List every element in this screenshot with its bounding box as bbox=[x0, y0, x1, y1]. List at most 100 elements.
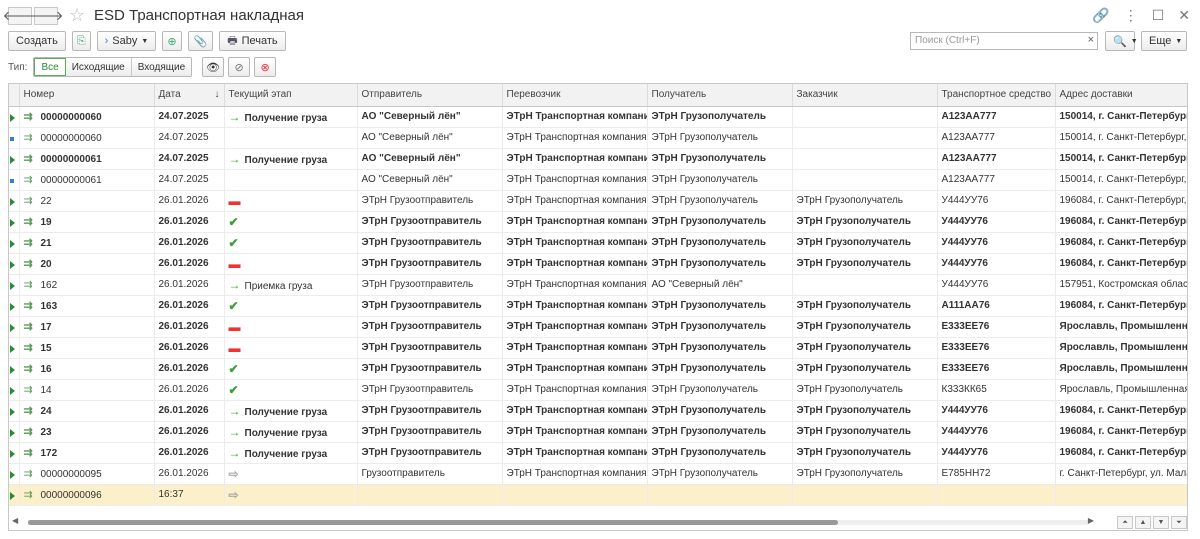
table-row[interactable]: ⇉ 19 26.01.2026 ✔ ЭТрН Грузоотправитель ЭТрН … bbox=[9, 211, 1187, 233]
col-date[interactable]: Дата ↓ bbox=[154, 84, 225, 107]
cell-stage-text: Приемка груза bbox=[244, 280, 313, 292]
cell-stage-text: Получение груза bbox=[244, 112, 328, 124]
search-input[interactable]: Поиск (Ctrl+F) × bbox=[910, 32, 1098, 50]
page-title: ESD Транспортная накладная bbox=[94, 7, 305, 24]
cell-number: ⇉ 23 bbox=[19, 421, 155, 443]
favorite-star-icon[interactable]: ☆ bbox=[69, 5, 85, 26]
horizontal-scrollbar[interactable]: ◀ ▶ bbox=[8, 516, 1108, 528]
document-icon: ⇉ bbox=[23, 384, 33, 396]
cell-sender: ЭТрН Грузоотправитель bbox=[357, 400, 503, 422]
document-icon: ⇉ bbox=[23, 300, 33, 312]
table-row[interactable]: ⇉ 00000000061 24.07.2025 АО "Северный лён" Э… bbox=[9, 169, 1187, 191]
filter-all[interactable]: Все bbox=[34, 58, 66, 76]
row-marker bbox=[9, 253, 20, 275]
go-last-icon[interactable]: ⏷ bbox=[1171, 516, 1187, 529]
cell-date: 26.01.2026 bbox=[154, 232, 225, 254]
cell-address: Ярославль, Промышленная, 8 bbox=[1055, 316, 1187, 338]
square-marker-icon bbox=[10, 136, 14, 141]
search-button[interactable]: 🔍 ▼ bbox=[1105, 31, 1138, 51]
table-row[interactable]: ⇉ 162 26.01.2026 → Приемка груза ЭТрН Грузоот… bbox=[9, 274, 1187, 296]
table-row[interactable]: ⇉ 20 26.01.2026 ▬ ЭТрН Грузоотправитель ЭТрН … bbox=[9, 253, 1187, 275]
saby-menu-button[interactable]: › Saby ▼ bbox=[96, 31, 157, 51]
table-row[interactable]: ⇉ 00000000096 16:37 ⇨ bbox=[9, 484, 1187, 506]
filter-outgoing[interactable]: Исходящие bbox=[65, 58, 132, 76]
cell-stage: ✔ bbox=[224, 232, 358, 254]
table-row[interactable]: ⇉ 24 26.01.2026 → Получение груза ЭТрН Грузоо… bbox=[9, 400, 1187, 422]
col-carrier[interactable]: Перевозчик bbox=[502, 84, 648, 107]
col-receiver[interactable]: Получатель bbox=[647, 84, 793, 107]
cell-stage: → Получение груза bbox=[224, 421, 358, 443]
cell-number-text: 20 bbox=[40, 259, 52, 270]
go-up-icon[interactable]: ▲ bbox=[1135, 516, 1151, 529]
cell-customer: ЭТрН Грузополучатель bbox=[792, 463, 938, 485]
cell-address bbox=[1055, 484, 1187, 506]
col-customer[interactable]: Заказчик bbox=[792, 84, 938, 107]
scroll-thumb[interactable] bbox=[28, 520, 838, 525]
cell-customer: ЭТрН Грузополучатель bbox=[792, 232, 938, 254]
row-marker bbox=[9, 463, 20, 485]
table-row[interactable]: ⇉ 15 26.01.2026 ▬ ЭТрН Грузоотправитель ЭТрН … bbox=[9, 337, 1187, 359]
table-row[interactable]: ⇉ 16 26.01.2026 ✔ ЭТрН Грузоотправитель ЭТрН … bbox=[9, 358, 1187, 380]
attach-button[interactable]: 📎 bbox=[187, 31, 214, 51]
table-row[interactable]: ⇉ 00000000095 26.01.2026 ⇨ Грузоотправитель Э… bbox=[9, 463, 1187, 485]
add-row-button[interactable]: ⊕ bbox=[162, 31, 182, 51]
table-row[interactable]: ⇉ 23 26.01.2026 → Получение груза ЭТрН Грузоо… bbox=[9, 421, 1187, 443]
cell-number-text: 00000000095 bbox=[40, 469, 102, 480]
cell-number: ⇉ 00000000060 bbox=[19, 127, 155, 149]
maximize-icon[interactable]: ☐ bbox=[1152, 7, 1165, 24]
table-row[interactable]: ⇉ 17 26.01.2026 ▬ ЭТрН Грузоотправитель ЭТрН … bbox=[9, 316, 1187, 338]
close-icon[interactable]: ✕ bbox=[1178, 7, 1190, 24]
table-row[interactable]: ⇉ 00000000061 24.07.2025 → Получение груза АО… bbox=[9, 148, 1187, 170]
table-row[interactable]: ⇉ 22 26.01.2026 ▬ ЭТрН Грузоотправитель ЭТрН … bbox=[9, 190, 1187, 212]
table-row[interactable]: ⇉ 21 26.01.2026 ✔ ЭТрН Грузоотправитель ЭТрН … bbox=[9, 232, 1187, 254]
cell-vehicle: А123АА777 bbox=[937, 106, 1056, 128]
cell-vehicle: Е333ЕЕ76 bbox=[937, 337, 1056, 359]
scroll-right-icon[interactable]: ▶ bbox=[1088, 516, 1094, 525]
cell-sender: АО "Северный лён" bbox=[357, 169, 503, 191]
col-vehicle[interactable]: Транспортное средство bbox=[937, 84, 1056, 107]
cell-carrier: ЭТрН Транспортная компания bbox=[502, 379, 648, 401]
go-first-icon[interactable]: ⏶ bbox=[1117, 516, 1133, 529]
cell-vehicle: У444УУ76 bbox=[937, 190, 1056, 212]
table-row[interactable]: ⇉ 00000000060 24.07.2025 АО "Северный лён" Э… bbox=[9, 127, 1187, 149]
col-stage[interactable]: Текущий этап bbox=[224, 84, 358, 107]
cell-number-text: 00000000060 bbox=[40, 133, 102, 144]
cell-number-text: 21 bbox=[40, 238, 52, 249]
check-icon: ✔ bbox=[228, 298, 239, 313]
row-marker bbox=[9, 295, 20, 317]
table-row[interactable]: ⇉ 00000000060 24.07.2025 → Получение груза АО… bbox=[9, 106, 1187, 128]
table-row[interactable]: ⇉ 14 26.01.2026 ✔ ЭТрН Грузоотправитель ЭТрН … bbox=[9, 379, 1187, 401]
row-marker bbox=[9, 169, 20, 191]
forward-button[interactable]: 🡒 bbox=[29, 7, 63, 25]
show-button[interactable]: 👁 bbox=[202, 57, 225, 77]
print-button[interactable]: 🖶 Печать bbox=[219, 31, 286, 51]
copy-button[interactable]: ⎘ bbox=[71, 31, 91, 51]
clear-icon[interactable]: × bbox=[1088, 34, 1094, 46]
document-icon: ⇉ bbox=[23, 237, 33, 249]
cell-carrier: ЭТрН Транспортная компания bbox=[502, 316, 648, 338]
hide-button[interactable]: ⊘ bbox=[228, 57, 251, 77]
cell-number-text: 17 bbox=[40, 322, 52, 333]
filter-incoming[interactable]: Входящие bbox=[131, 58, 192, 76]
more-button[interactable]: Еще ▼ bbox=[1141, 31, 1187, 51]
triangle-marker-icon bbox=[10, 281, 15, 290]
more-vertical-icon[interactable]: ⋮ bbox=[1124, 7, 1138, 24]
cell-vehicle: У444УУ76 bbox=[937, 400, 1056, 422]
link-icon[interactable]: 🔗 bbox=[1092, 7, 1109, 24]
col-number[interactable]: Номер bbox=[19, 84, 155, 107]
scroll-left-icon[interactable]: ◀ bbox=[12, 516, 18, 525]
delete-button[interactable]: ⊗ bbox=[254, 57, 277, 77]
cell-date: 24.07.2025 bbox=[154, 127, 225, 149]
col-sender[interactable]: Отправитель bbox=[357, 84, 503, 107]
create-button[interactable]: Создать bbox=[8, 31, 66, 51]
table-row[interactable]: ⇉ 163 26.01.2026 ✔ ЭТрН Грузоотправитель ЭТрН… bbox=[9, 295, 1187, 317]
document-icon: ⇉ bbox=[23, 468, 33, 480]
cell-sender: ЭТрН Грузоотправитель bbox=[357, 232, 503, 254]
col-address[interactable]: Адрес доставки bbox=[1055, 84, 1187, 107]
cell-carrier: ЭТрН Транспортная компания bbox=[502, 421, 648, 443]
table-row[interactable]: ⇉ 172 26.01.2026 → Получение груза ЭТрН Грузо… bbox=[9, 442, 1187, 464]
cell-carrier: ЭТрН Транспортная компания bbox=[502, 127, 648, 149]
go-down-icon[interactable]: ▼ bbox=[1153, 516, 1169, 529]
cell-number: ⇉ 163 bbox=[19, 295, 155, 317]
cell-address: Ярославль, Промышленная, 8 bbox=[1055, 337, 1187, 359]
